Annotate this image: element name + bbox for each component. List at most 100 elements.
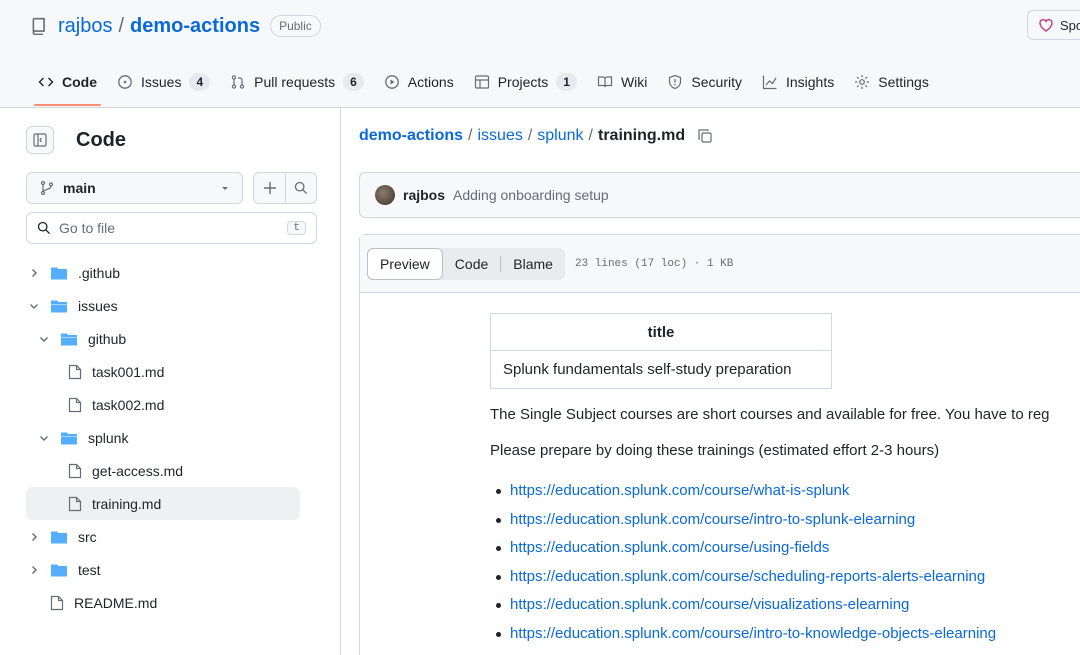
tree-item-readme[interactable]: README.md bbox=[26, 586, 300, 619]
list-item: https://education.splunk.com/course/sche… bbox=[490, 563, 1080, 592]
course-link[interactable]: https://education.splunk.com/course/visu… bbox=[510, 596, 909, 613]
chevron-down-icon[interactable] bbox=[36, 432, 52, 444]
tab-label: Settings bbox=[878, 74, 929, 90]
sidebar-title: Code bbox=[76, 128, 126, 151]
folder-open-icon bbox=[50, 298, 68, 314]
preview-button[interactable]: Preview bbox=[367, 247, 443, 280]
markdown-preview: title Splunk fundamentals self-study pre… bbox=[490, 313, 1080, 648]
list-item: https://education.splunk.com/course/intr… bbox=[490, 620, 1080, 649]
play-icon bbox=[384, 75, 399, 89]
tree-item-issues-folder[interactable]: issues bbox=[26, 289, 300, 322]
paragraph-instructions: Please prepare by doing these trainings … bbox=[490, 442, 940, 459]
repo-tabs: Code Issues 4 Pull requests 6 Actions Pr… bbox=[28, 62, 939, 106]
tree-item-task002[interactable]: task002.md bbox=[26, 388, 300, 421]
tab-label: Wiki bbox=[620, 74, 648, 90]
tab-label: Projects bbox=[497, 74, 549, 90]
folder-icon bbox=[50, 529, 68, 545]
go-to-file-field[interactable]: t bbox=[26, 212, 317, 244]
tab-projects[interactable]: Projects 1 bbox=[464, 62, 587, 102]
chevron-down-icon[interactable] bbox=[36, 333, 52, 345]
heart-icon bbox=[1039, 19, 1053, 32]
repo-owner-link[interactable]: rajbos bbox=[58, 15, 112, 38]
caret-down-icon bbox=[222, 187, 228, 190]
chevron-right-icon[interactable] bbox=[26, 564, 42, 576]
breadcrumb-separator: / bbox=[588, 127, 593, 144]
tab-security[interactable]: Security bbox=[657, 62, 752, 102]
list-item: https://education.splunk.com/course/visu… bbox=[490, 591, 1080, 620]
add-file-button[interactable] bbox=[253, 172, 285, 204]
projects-count-badge: 1 bbox=[556, 73, 577, 91]
course-link[interactable]: https://education.splunk.com/course/what… bbox=[510, 482, 849, 499]
chevron-down-icon[interactable] bbox=[26, 300, 42, 312]
repo-separator: / bbox=[118, 14, 125, 37]
tab-code[interactable]: Code bbox=[28, 62, 107, 106]
sponsor-button[interactable]: Spo bbox=[1027, 10, 1080, 40]
shield-icon bbox=[669, 74, 682, 90]
book-icon bbox=[597, 76, 613, 88]
tree-item-label: training.md bbox=[92, 495, 162, 512]
folder-open-icon bbox=[60, 331, 78, 347]
tab-pull-requests[interactable]: Pull requests 6 bbox=[220, 62, 374, 102]
tree-item-splunk-folder[interactable]: splunk bbox=[26, 421, 300, 454]
tab-settings[interactable]: Settings bbox=[844, 62, 939, 102]
branch-selector[interactable]: main bbox=[26, 172, 243, 204]
branch-label: main bbox=[63, 180, 96, 196]
tree-item-github-subfolder[interactable]: github bbox=[26, 322, 300, 355]
tree-item-label: .github bbox=[78, 264, 121, 281]
chevron-right-icon[interactable] bbox=[26, 267, 42, 279]
breadcrumb-issues-link[interactable]: issues bbox=[477, 127, 522, 145]
sidebar-collapse-icon bbox=[33, 133, 47, 147]
plus-icon bbox=[263, 182, 276, 194]
commit-author-link[interactable]: rajbos bbox=[403, 187, 445, 203]
repo-name-link[interactable]: demo-actions bbox=[130, 15, 260, 38]
breadcrumb-splunk-link[interactable]: splunk bbox=[537, 127, 583, 145]
tree-item-label: task001.md bbox=[92, 363, 165, 380]
visibility-badge: Public bbox=[270, 15, 321, 37]
search-files-button[interactable] bbox=[285, 172, 317, 204]
tab-label: Security bbox=[691, 74, 742, 90]
folder-icon bbox=[50, 265, 68, 281]
copy-path-icon[interactable] bbox=[697, 128, 713, 144]
tab-issues[interactable]: Issues 4 bbox=[107, 62, 220, 102]
chevron-right-icon[interactable] bbox=[26, 531, 42, 543]
tree-item-src-folder[interactable]: src bbox=[26, 520, 300, 553]
search-icon bbox=[294, 181, 308, 195]
breadcrumb-current-file: training.md bbox=[597, 127, 686, 144]
course-link[interactable]: https://education.splunk.com/course/intr… bbox=[510, 625, 996, 642]
branch-icon bbox=[40, 180, 54, 196]
tab-wiki[interactable]: Wiki bbox=[587, 62, 657, 102]
course-link[interactable]: https://education.splunk.com/course/sche… bbox=[510, 568, 985, 585]
avatar[interactable] bbox=[375, 185, 395, 205]
collapse-sidebar-button[interactable] bbox=[26, 126, 54, 154]
tree-item-test-folder[interactable]: test bbox=[26, 553, 300, 586]
commit-message-link[interactable]: Adding onboarding setup bbox=[453, 187, 609, 203]
code-button[interactable]: Code bbox=[443, 248, 500, 280]
table-header-cell: title bbox=[490, 313, 832, 351]
tree-item-label: get-access.md bbox=[92, 462, 184, 479]
tree-item-get-access[interactable]: get-access.md bbox=[26, 454, 300, 487]
tree-item-task001[interactable]: task001.md bbox=[26, 355, 300, 388]
tree-item-label: github bbox=[88, 330, 127, 347]
file-icon bbox=[68, 496, 82, 512]
course-link[interactable]: https://education.splunk.com/course/usin… bbox=[510, 539, 829, 556]
tab-insights[interactable]: Insights bbox=[752, 62, 844, 102]
blame-button[interactable]: Blame bbox=[501, 248, 565, 280]
breadcrumb-repo-link[interactable]: demo-actions bbox=[359, 127, 463, 145]
keyboard-shortcut-hint: t bbox=[287, 221, 306, 235]
tree-item-training[interactable]: training.md bbox=[26, 487, 300, 520]
folder-icon bbox=[50, 562, 68, 578]
tab-actions[interactable]: Actions bbox=[374, 62, 464, 102]
sidebar-header: Code bbox=[26, 126, 126, 154]
sponsor-label: Spo bbox=[1060, 17, 1080, 33]
file-icon bbox=[68, 463, 82, 479]
tree-item-github-folder[interactable]: .github bbox=[26, 256, 300, 289]
file-tree-sidebar: Code main t .github issues gi bbox=[0, 108, 341, 655]
tab-label: Actions bbox=[407, 74, 454, 90]
go-to-file-input[interactable] bbox=[59, 220, 288, 236]
tree-item-label: task002.md bbox=[92, 396, 165, 413]
paragraph-intro: The Single Subject courses are short cou… bbox=[490, 406, 1050, 423]
list-item: https://education.splunk.com/course/what… bbox=[490, 477, 1080, 506]
training-links-list: https://education.splunk.com/course/what… bbox=[490, 477, 1080, 648]
latest-commit-bar: rajbos Adding onboarding setup bbox=[359, 172, 1080, 218]
course-link[interactable]: https://education.splunk.com/course/intr… bbox=[510, 511, 915, 528]
